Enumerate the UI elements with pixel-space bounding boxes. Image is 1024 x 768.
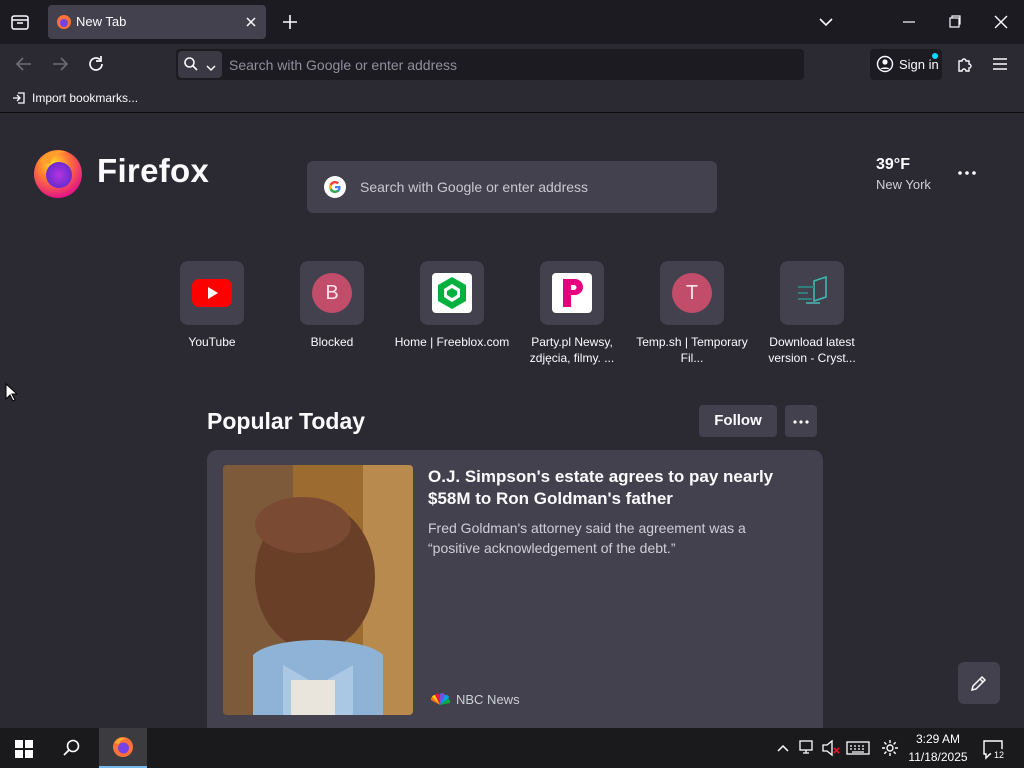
shortcut-freeblox[interactable] bbox=[420, 261, 484, 325]
section-title: Popular Today bbox=[207, 408, 366, 434]
forward-button[interactable] bbox=[50, 55, 70, 73]
import-icon bbox=[12, 91, 26, 105]
taskbar bbox=[0, 728, 1024, 768]
bookmarks-toolbar: Import bookmarks... bbox=[0, 84, 1024, 113]
party-pl-icon bbox=[552, 273, 592, 313]
shortcut-youtube[interactable] bbox=[180, 261, 244, 325]
sign-in-button[interactable]: Sign in bbox=[870, 49, 942, 80]
close-window-button[interactable] bbox=[992, 13, 1010, 31]
weather-temperature[interactable]: 39°F bbox=[876, 156, 910, 174]
keyboard-icon[interactable] bbox=[846, 740, 870, 756]
list-all-tabs-icon[interactable] bbox=[10, 12, 30, 32]
firefox-favicon-icon bbox=[56, 14, 72, 30]
minimize-button[interactable] bbox=[900, 14, 918, 30]
shortcut-temp-sh[interactable]: T bbox=[660, 261, 724, 325]
firefox-wordmark: Firefox bbox=[97, 152, 210, 189]
weather-location[interactable]: New York bbox=[876, 177, 931, 192]
firefox-logo-icon bbox=[30, 144, 86, 200]
nbc-peacock-icon bbox=[429, 693, 451, 707]
letter-avatar-icon: T bbox=[672, 273, 712, 313]
search-icon bbox=[183, 56, 199, 72]
taskbar-search-icon[interactable] bbox=[62, 738, 82, 758]
sign-in-label: Sign in bbox=[899, 57, 939, 72]
chevron-down-icon bbox=[205, 60, 217, 72]
notification-center-icon[interactable]: 12 bbox=[982, 739, 1007, 761]
close-tab-icon[interactable] bbox=[244, 15, 258, 29]
notification-count-badge: 12 bbox=[991, 749, 1007, 761]
tab-title: New Tab bbox=[76, 14, 127, 29]
hamburger-menu-icon[interactable] bbox=[991, 56, 1009, 72]
crystal-icon bbox=[792, 275, 832, 311]
tab-new-tab[interactable]: New Tab bbox=[48, 5, 266, 39]
clock-date[interactable]: 11/18/2025 bbox=[904, 750, 972, 764]
freeblox-icon bbox=[432, 273, 472, 313]
shortcut-label-party-pl: Party.pl Newsy, zdjęcia, filmy. ... bbox=[529, 335, 615, 365]
new-tab-button[interactable] bbox=[281, 13, 299, 31]
tab-list-chevron-icon[interactable] bbox=[817, 13, 835, 31]
pencil-icon bbox=[969, 673, 989, 693]
notification-dot-icon bbox=[932, 53, 938, 59]
letter-avatar-icon: B bbox=[312, 273, 352, 313]
network-icon[interactable] bbox=[798, 739, 816, 755]
story-thumbnail[interactable] bbox=[223, 465, 413, 715]
story-headline[interactable]: O.J. Simpson's estate agrees to pay near… bbox=[428, 466, 808, 510]
clock-time[interactable]: 3:29 AM bbox=[910, 732, 966, 746]
restore-button[interactable] bbox=[946, 14, 964, 30]
reload-button[interactable] bbox=[86, 54, 106, 74]
shortcut-label-youtube: YouTube bbox=[188, 335, 236, 349]
shortcut-label-crystal: Download latest version - Cryst... bbox=[768, 335, 856, 365]
extensions-puzzle-icon[interactable] bbox=[955, 55, 975, 75]
youtube-icon bbox=[192, 279, 232, 307]
windows-start-icon[interactable] bbox=[14, 739, 34, 759]
story-source: NBC News bbox=[456, 692, 520, 707]
taskbar-firefox-button[interactable] bbox=[99, 728, 147, 768]
firefox-taskbar-icon bbox=[112, 736, 134, 758]
import-bookmarks-link[interactable]: Import bookmarks... bbox=[32, 91, 138, 105]
search-mode-switcher[interactable] bbox=[178, 51, 222, 78]
follow-button[interactable]: Follow bbox=[699, 405, 777, 437]
settings-gear-icon[interactable] bbox=[881, 739, 899, 757]
customize-button[interactable] bbox=[958, 662, 1000, 704]
shortcut-crystal[interactable] bbox=[780, 261, 844, 325]
show-hidden-icons-icon[interactable] bbox=[776, 741, 790, 753]
google-icon bbox=[323, 175, 347, 199]
account-icon bbox=[876, 55, 894, 73]
weather-more-icon[interactable] bbox=[957, 166, 977, 180]
shortcut-label-temp-sh: Temp.sh | Temporary Fil... bbox=[636, 335, 748, 365]
back-button[interactable] bbox=[14, 55, 34, 73]
more-dots-icon bbox=[792, 415, 810, 427]
volume-muted-icon[interactable] bbox=[821, 739, 841, 757]
shortcut-blocked[interactable]: B bbox=[300, 261, 364, 325]
newtab-search-input[interactable]: Search with Google or enter address bbox=[307, 161, 717, 213]
shortcut-label-blocked: Blocked bbox=[310, 335, 354, 349]
url-bar-placeholder: Search with Google or enter address bbox=[229, 57, 458, 73]
section-more-button[interactable] bbox=[785, 405, 817, 437]
shortcut-party-pl[interactable] bbox=[540, 261, 604, 325]
story-excerpt: Fred Goldman's attorney said the agreeme… bbox=[428, 520, 746, 556]
mouse-cursor-icon bbox=[5, 382, 19, 403]
newtab-search-placeholder: Search with Google or enter address bbox=[360, 179, 589, 195]
url-bar[interactable]: Search with Google or enter address bbox=[176, 49, 804, 80]
shortcut-label-freeblox: Home | Freeblox.com bbox=[394, 335, 510, 349]
